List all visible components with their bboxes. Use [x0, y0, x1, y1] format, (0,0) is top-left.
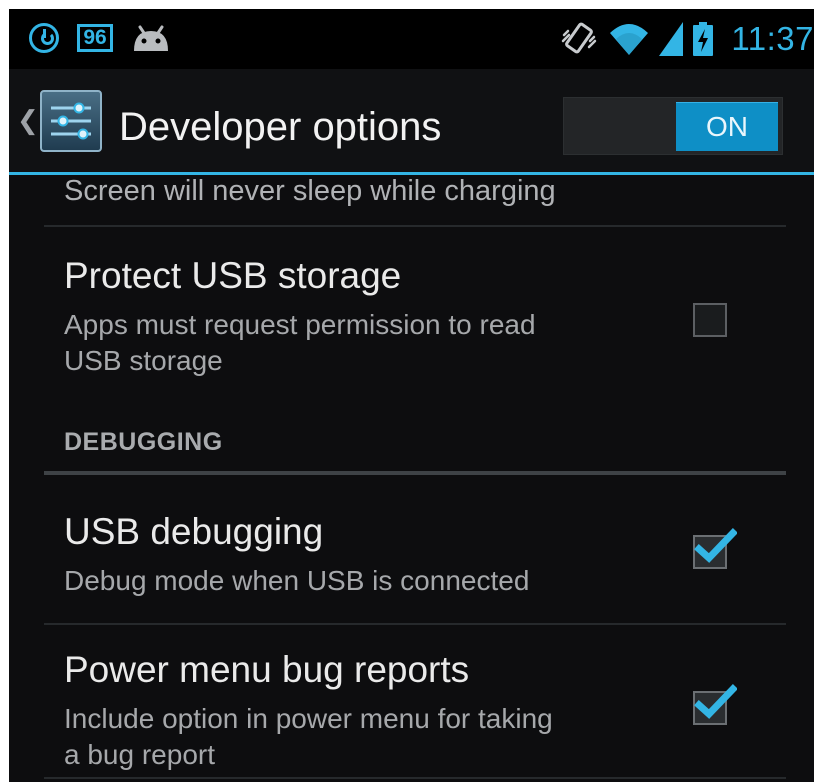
checkmark-icon — [694, 684, 737, 719]
protect-usb-storage-summary-line2: USB storage — [64, 345, 223, 376]
protect-usb-storage-checkbox[interactable] — [693, 303, 727, 337]
power-menu-bug-reports-summary-line2: a bug report — [64, 739, 215, 770]
developer-options-switch[interactable]: ON — [563, 97, 783, 155]
usb-debugging-title: USB debugging — [64, 511, 324, 552]
power-menu-bug-reports-summary-line1: Include option in power menu for taking — [64, 703, 553, 734]
protect-usb-storage-summary-line1: Apps must request permission to read — [64, 309, 536, 340]
vibrate-icon — [562, 22, 597, 54]
stay-awake-summary: Screen will never sleep while charging — [64, 175, 556, 207]
power-icon — [29, 23, 59, 53]
divider — [44, 623, 786, 625]
android-icon — [134, 25, 168, 51]
checkmark-icon — [694, 528, 737, 563]
status-bar: 96 11:37 — [9, 9, 814, 69]
wifi-icon — [610, 24, 649, 55]
phone-screen: 96 11:37 ❮ Developer options ON Screen w… — [9, 9, 814, 782]
protect-usb-storage-title: Protect USB storage — [64, 255, 402, 296]
action-bar[interactable]: ❮ Developer options ON — [9, 69, 814, 174]
usb-debugging-summary: Debug mode when USB is connected — [64, 565, 530, 596]
system-icons: 11:37 — [559, 19, 814, 59]
badge-96-icon: 96 — [77, 24, 113, 52]
battery-charging-icon — [693, 22, 714, 56]
power-menu-bug-reports-title: Power menu bug reports — [64, 649, 470, 690]
usb-debugging-checkbox[interactable] — [693, 528, 737, 569]
up-caret-icon[interactable]: ❮ — [17, 107, 39, 133]
section-divider — [44, 471, 786, 475]
signal-icon — [659, 22, 684, 56]
page-title: Developer options — [119, 105, 442, 149]
section-header-debugging: DEBUGGING — [64, 428, 223, 456]
notification-icons: 96 — [29, 23, 171, 53]
divider — [44, 225, 786, 227]
switch-on-label: ON — [676, 102, 778, 151]
power-menu-bug-reports-checkbox[interactable] — [693, 684, 737, 725]
settings-sliders-icon[interactable] — [39, 89, 103, 153]
divider — [44, 777, 786, 779]
clock: 11:37 — [731, 20, 814, 57]
